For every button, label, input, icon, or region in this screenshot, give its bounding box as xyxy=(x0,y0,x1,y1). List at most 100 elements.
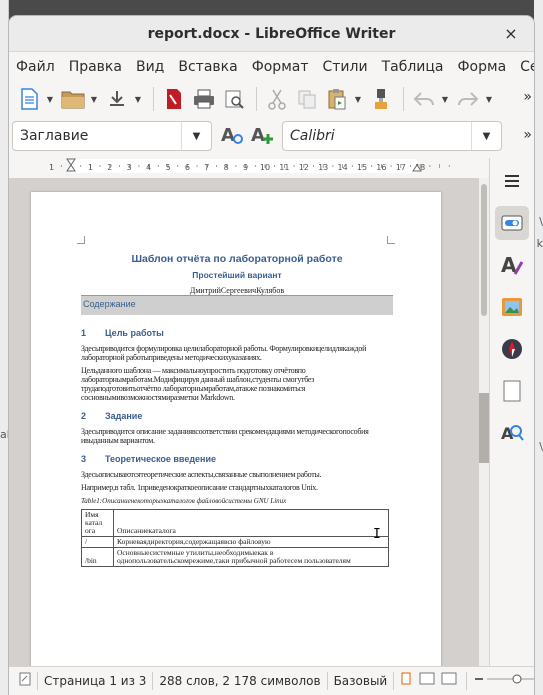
indent-marker[interactable] xyxy=(66,158,76,172)
open-dropdown[interactable]: ▼ xyxy=(89,85,99,113)
table-cell[interactable]: Основныесистемные утилиты,необходимыекак… xyxy=(113,547,389,567)
menu-more[interactable]: Сє xyxy=(513,59,534,75)
ruler-label: 6 xyxy=(185,163,190,172)
navigator-icon[interactable] xyxy=(495,332,529,366)
menu-view[interactable]: Вид xyxy=(129,59,171,75)
paragraph-style-value[interactable]: Заглавие xyxy=(13,128,181,144)
paragraph[interactable]: Цельданного шаблона — максимальноупрости… xyxy=(81,366,393,402)
section-heading[interactable]: 1 Цель работы xyxy=(81,329,393,338)
cut-icon[interactable] xyxy=(263,85,291,113)
title-bar[interactable]: report.docx - LibreOffice Writer × xyxy=(9,16,534,52)
ruler-label: 2 xyxy=(107,163,112,172)
table-cell[interactable]: / xyxy=(81,536,114,548)
table-cell[interactable]: Корневаядиректория,содержащаявсю файлову… xyxy=(113,536,389,548)
menu-styles[interactable]: Стили xyxy=(316,59,375,75)
word-count[interactable]: 288 слов, 2 178 символов xyxy=(153,672,328,690)
redo-dropdown[interactable]: ▼ xyxy=(484,85,494,113)
menu-format[interactable]: Формат xyxy=(245,59,316,75)
new-document-dropdown[interactable]: ▼ xyxy=(45,85,55,113)
chevron-down-icon[interactable]: ▼ xyxy=(181,122,211,150)
document-author[interactable]: ДмитрийСергеевичКулябов xyxy=(81,286,393,295)
copy-icon[interactable] xyxy=(293,85,321,113)
formatting-more-button[interactable]: » xyxy=(523,127,532,143)
undo-dropdown[interactable]: ▼ xyxy=(440,85,450,113)
ruler-label: 12 xyxy=(299,163,309,172)
document-canvas[interactable]: Шаблон отчёта по лабораторной работе Про… xyxy=(9,178,479,666)
table-row: / Корневаядиректория,содержащаявсю файло… xyxy=(81,536,389,548)
ruler-ticks: 1 1 2 3 4 5 6 7 8 9 10 11 12 13 14 15 16 17 18 xyxy=(49,158,450,172)
ruler-label: 11 xyxy=(279,163,289,172)
section-heading[interactable]: 2 Задание xyxy=(81,412,393,421)
scrollbar-thumb[interactable] xyxy=(481,184,487,316)
table-header-cell[interactable]: Описаниекаталога xyxy=(113,509,389,537)
zoom-slider[interactable] xyxy=(467,672,534,690)
background-fragment: k xyxy=(536,237,543,250)
paragraph[interactable]: Здесьприводится описание заданиявсоответ… xyxy=(81,427,393,445)
directory-table[interactable]: Имя катал ога Описаниекаталога / Корнева… xyxy=(81,509,389,567)
writer-window: report.docx - LibreOffice Writer × Файл … xyxy=(9,16,534,695)
ruler-label: 9 xyxy=(243,163,248,172)
update-style-icon[interactable]: A xyxy=(218,122,246,150)
table-caption[interactable]: Table1:Описаниенекоторыхкаталогов файлов… xyxy=(81,497,393,506)
section-title: Задание xyxy=(105,411,143,421)
paragraph[interactable]: Здесьприводится формулировка целилаборат… xyxy=(81,344,393,362)
menu-insert[interactable]: Вставка xyxy=(171,59,244,75)
redo-icon[interactable] xyxy=(454,85,482,113)
view-layout-icons[interactable] xyxy=(394,672,468,690)
font-name-combo[interactable]: Calibri ▼ xyxy=(282,121,502,151)
page-style[interactable]: Базовый xyxy=(328,672,395,690)
paste-icon[interactable] xyxy=(323,85,351,113)
gallery-icon[interactable] xyxy=(495,290,529,324)
document-page[interactable]: Шаблон отчёта по лабораторной работе Про… xyxy=(31,192,441,666)
section-heading[interactable]: 3 Теоретическое введение xyxy=(81,455,393,464)
section-number: 3 xyxy=(81,454,87,464)
new-style-icon[interactable]: A xyxy=(248,122,276,150)
new-document-icon[interactable] xyxy=(15,85,43,113)
styles-icon[interactable]: A xyxy=(495,248,529,282)
clone-formatting-icon[interactable] xyxy=(367,85,395,113)
hamburger-menu-icon[interactable] xyxy=(495,164,529,198)
table-row: /bin Основныесистемные утилиты,необходим… xyxy=(81,547,389,567)
svg-text:A: A xyxy=(221,125,235,146)
paragraph-style-combo[interactable]: Заглавие ▼ xyxy=(12,121,212,151)
close-button[interactable]: × xyxy=(500,23,522,45)
properties-icon[interactable] xyxy=(495,206,529,240)
section-title: Теоретическое введение xyxy=(105,454,217,464)
menu-table[interactable]: Таблица xyxy=(375,59,451,75)
horizontal-ruler[interactable]: 1 1 2 3 4 5 6 7 8 9 10 11 12 13 14 15 16 17 18 xyxy=(9,155,534,177)
document-content[interactable]: Шаблон отчёта по лабораторной работе Про… xyxy=(81,252,393,567)
section-number: 1 xyxy=(81,328,87,338)
document-title[interactable]: Шаблон отчёта по лабораторной работе xyxy=(81,254,393,265)
style-inspector-icon[interactable]: A xyxy=(495,416,529,450)
ruler-label: 15 xyxy=(357,163,367,172)
ruler-label: 8 xyxy=(224,163,229,172)
menu-form[interactable]: Форма xyxy=(451,59,514,75)
table-cell[interactable]: /bin xyxy=(81,547,114,567)
toc-title: Содержание xyxy=(83,299,136,309)
print-preview-icon[interactable] xyxy=(220,85,248,113)
vertical-scrollbar[interactable] xyxy=(479,178,489,666)
paragraph[interactable]: Например,в табл. 1приведенократкоеописан… xyxy=(81,483,393,492)
toc-block[interactable]: Содержание xyxy=(81,295,393,315)
menu-edit[interactable]: Правка xyxy=(62,59,129,75)
document-modified-icon[interactable] xyxy=(9,672,38,690)
export-pdf-icon[interactable] xyxy=(160,85,188,113)
save-icon[interactable] xyxy=(103,85,131,113)
paste-dropdown[interactable]: ▼ xyxy=(353,85,363,113)
save-dropdown[interactable]: ▼ xyxy=(133,85,143,113)
table-header-cell[interactable]: Имя катал ога xyxy=(81,509,114,537)
font-name-value[interactable]: Calibri xyxy=(283,128,471,144)
background-window-left xyxy=(0,0,9,695)
print-icon[interactable] xyxy=(190,85,218,113)
open-folder-icon[interactable] xyxy=(59,85,87,113)
page-icon[interactable] xyxy=(495,374,529,408)
page-indicator[interactable]: Страница 1 из 3 xyxy=(38,672,154,690)
undo-icon[interactable] xyxy=(410,85,438,113)
chevron-down-icon[interactable]: ▼ xyxy=(471,122,501,150)
paragraph[interactable]: Здесьописываютсятеоретические аспекты,св… xyxy=(81,470,393,479)
document-subtitle[interactable]: Простейший вариант xyxy=(81,271,393,280)
toolbar-more-button[interactable]: » xyxy=(523,89,532,105)
background-fragment: \ xyxy=(539,440,543,453)
ruler-track[interactable]: 1 1 2 3 4 5 6 7 8 9 10 11 12 13 14 15 16 17 18 xyxy=(31,157,471,175)
menu-file[interactable]: Файл xyxy=(9,59,62,75)
